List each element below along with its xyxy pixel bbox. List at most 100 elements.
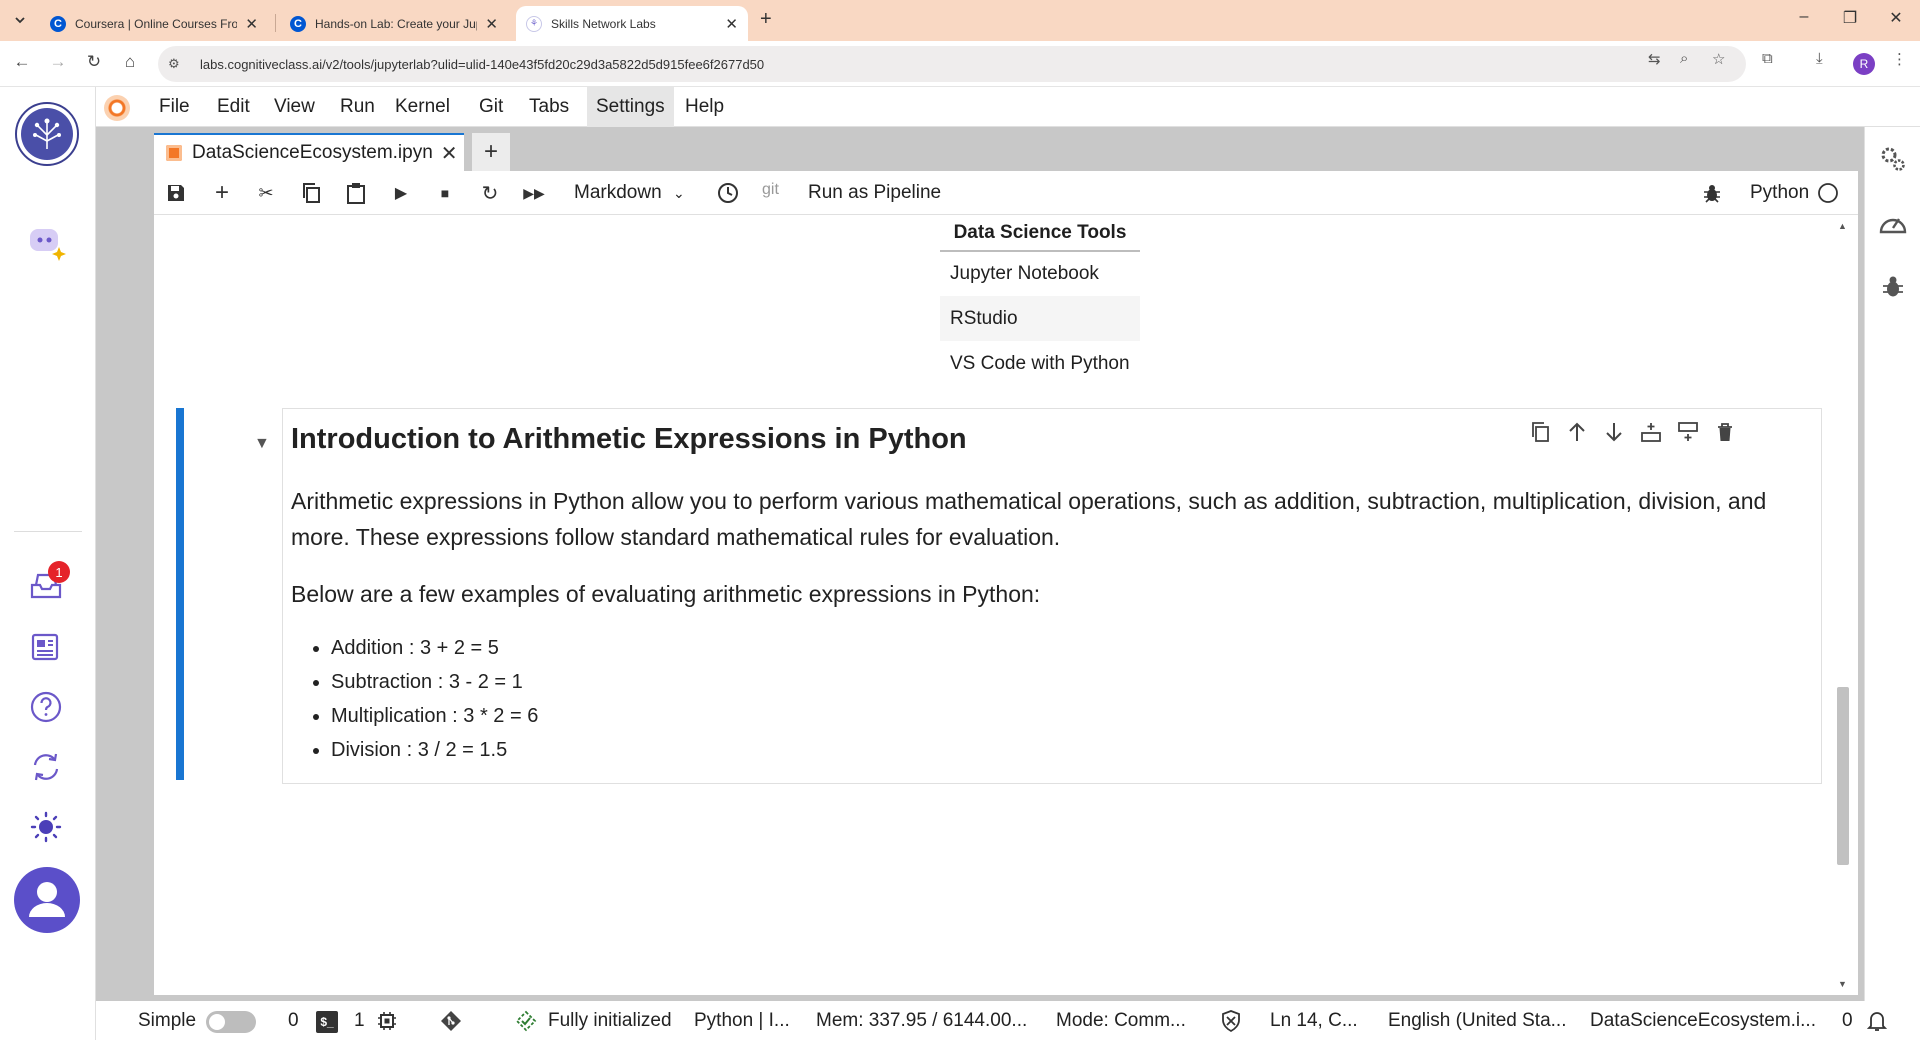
- menu-git[interactable]: Git: [470, 87, 512, 127]
- resource-gauge-icon[interactable]: [1873, 203, 1913, 243]
- profile-avatar[interactable]: R: [1853, 53, 1875, 75]
- property-settings-icon[interactable]: [1873, 139, 1913, 179]
- menu-kernel[interactable]: Kernel: [386, 87, 459, 127]
- browser-tab-coursera[interactable]: C Coursera | Online Courses From ✕: [40, 6, 268, 41]
- kernel-count[interactable]: 1: [354, 1001, 365, 1040]
- git-status-icon[interactable]: [436, 1001, 466, 1040]
- terminal-count[interactable]: 0: [288, 1001, 299, 1040]
- kernel-status-idle-icon: [1816, 181, 1840, 205]
- menu-file[interactable]: File: [150, 87, 199, 127]
- close-window-icon[interactable]: ✕: [1884, 8, 1908, 28]
- paste-icon[interactable]: [344, 181, 368, 205]
- translate-icon[interactable]: ⇆: [1648, 50, 1661, 68]
- history-icon[interactable]: [716, 181, 740, 205]
- notification-count[interactable]: 0: [1842, 1001, 1853, 1040]
- menu-edit[interactable]: Edit: [208, 87, 259, 127]
- bookmark-star-icon[interactable]: ☆: [1712, 50, 1725, 68]
- close-tab-icon[interactable]: ✕: [725, 15, 738, 33]
- skills-network-logo-icon[interactable]: [14, 101, 80, 167]
- copy-icon[interactable]: [299, 181, 323, 205]
- insert-cell-above-icon[interactable]: [1636, 417, 1666, 447]
- kernel-name-status[interactable]: Python | I...: [694, 1001, 790, 1040]
- insert-cell-below-icon[interactable]: [1673, 417, 1703, 447]
- theme-toggle-icon[interactable]: [26, 807, 66, 847]
- active-cell-indicator[interactable]: [176, 408, 184, 780]
- cursor-position[interactable]: Ln 14, C...: [1270, 1001, 1358, 1040]
- close-tab-icon[interactable]: ✕: [485, 15, 498, 33]
- menu-tabs[interactable]: Tabs: [520, 87, 578, 127]
- table-header: Data Science Tools: [940, 215, 1140, 252]
- duplicate-cell-icon[interactable]: [1525, 417, 1555, 447]
- insert-cell-icon[interactable]: +: [210, 179, 234, 206]
- close-tab-icon[interactable]: ✕: [441, 141, 458, 166]
- run-as-pipeline-button[interactable]: Run as Pipeline: [808, 171, 941, 215]
- delete-cell-icon[interactable]: [1710, 417, 1740, 447]
- scroll-up-icon[interactable]: ▲: [1838, 221, 1847, 231]
- notebook-scrollbar[interactable]: ▲ ▼: [1836, 221, 1850, 989]
- move-cell-up-icon[interactable]: [1562, 417, 1592, 447]
- stop-kernel-icon[interactable]: ■: [433, 181, 457, 205]
- back-icon[interactable]: ←: [10, 52, 34, 72]
- memory-usage: Mem: 337.95 / 6144.00...: [816, 1010, 1028, 1031]
- cell-paragraph: Arithmetic expressions in Python allow y…: [291, 488, 1767, 550]
- markdown-cell[interactable]: Introduction to Arithmetic Expressions i…: [282, 408, 1822, 784]
- close-tab-icon[interactable]: ✕: [245, 15, 258, 33]
- menu-help[interactable]: Help: [676, 87, 733, 127]
- home-icon[interactable]: ⌂: [118, 52, 142, 72]
- menu-run[interactable]: Run: [331, 87, 384, 127]
- notebook-tab[interactable]: DataScienceEcosystem.ipyn ✕: [154, 133, 464, 171]
- cell-type-value: Markdown: [574, 182, 662, 203]
- restore-icon[interactable]: ❐: [1838, 8, 1862, 28]
- git-label[interactable]: git: [762, 168, 779, 212]
- sync-icon[interactable]: [26, 747, 66, 787]
- inbox-icon[interactable]: 1: [26, 561, 70, 605]
- new-tab-button[interactable]: +: [760, 8, 772, 31]
- debugger-icon[interactable]: [1700, 181, 1724, 205]
- save-icon[interactable]: [164, 181, 188, 205]
- simple-mode-toggle[interactable]: [206, 1011, 256, 1033]
- debugger-sidebar-icon[interactable]: [1873, 267, 1913, 307]
- site-info-icon[interactable]: ⚙: [168, 56, 186, 72]
- scroll-down-icon[interactable]: ▼: [1838, 979, 1847, 989]
- notebook-mode[interactable]: Mode: Comm...: [1056, 1001, 1186, 1040]
- data-science-tools-table: Data Science Tools Jupyter Notebook RStu…: [940, 215, 1140, 386]
- kernel-chip-icon[interactable]: [372, 1001, 402, 1040]
- cut-icon[interactable]: ✂: [254, 181, 278, 205]
- reload-icon[interactable]: ↻: [82, 52, 106, 72]
- notebook-icon: [166, 145, 182, 161]
- browser-tab-skills-network[interactable]: ⚘ Skills Network Labs ✕: [516, 6, 748, 41]
- restart-kernel-icon[interactable]: ↻: [478, 181, 502, 205]
- chevron-down-icon: [15, 17, 25, 24]
- jupyterlab-app: 1 File Edit View Run Kernel Git Tabs Set…: [0, 87, 1920, 1040]
- bell-icon[interactable]: [1862, 1001, 1892, 1040]
- address-bar[interactable]: ⚙ labs.cognitiveclass.ai/v2/tools/jupyte…: [158, 46, 1746, 82]
- help-icon[interactable]: [26, 687, 66, 727]
- display-language[interactable]: English (United Sta...: [1388, 1001, 1566, 1040]
- trusted-shield-icon[interactable]: [1216, 1001, 1246, 1040]
- move-cell-down-icon[interactable]: [1599, 417, 1629, 447]
- run-all-icon[interactable]: ▶▶: [522, 181, 546, 205]
- scrollbar-thumb[interactable]: [1837, 687, 1849, 865]
- menu-view[interactable]: View: [265, 87, 324, 127]
- cell-type-select[interactable]: Markdown ⌄: [574, 171, 685, 215]
- ai-assistant-icon[interactable]: [26, 221, 66, 261]
- news-icon[interactable]: [26, 627, 66, 667]
- menu-settings[interactable]: Settings: [587, 87, 674, 127]
- tab-search-button[interactable]: [8, 8, 32, 32]
- forward-icon[interactable]: →: [46, 52, 70, 72]
- minimize-icon[interactable]: –: [1792, 8, 1816, 26]
- kernel-name[interactable]: Python: [1750, 171, 1809, 215]
- zoom-icon[interactable]: ⌕: [1680, 50, 1688, 67]
- browser-tab-hands-on-lab[interactable]: C Hands-on Lab: Create your Jup ✕: [280, 6, 508, 41]
- list-item: Subtraction : 3 - 2 = 1: [331, 665, 538, 699]
- download-icon[interactable]: ⤓: [1816, 50, 1823, 67]
- chevron-down-icon: ⌄: [672, 185, 685, 201]
- extensions-icon[interactable]: ⧉: [1762, 50, 1773, 67]
- collapse-heading-icon[interactable]: ▼: [254, 435, 270, 453]
- browser-menu-icon[interactable]: ⋮: [1892, 50, 1907, 68]
- cell-paragraph: Below are a few examples of evaluating a…: [291, 581, 1041, 607]
- new-launcher-button[interactable]: +: [472, 133, 510, 171]
- run-cell-icon[interactable]: ▶: [389, 181, 413, 205]
- terminal-icon[interactable]: $_: [316, 1011, 338, 1033]
- user-avatar-icon[interactable]: [14, 867, 80, 933]
